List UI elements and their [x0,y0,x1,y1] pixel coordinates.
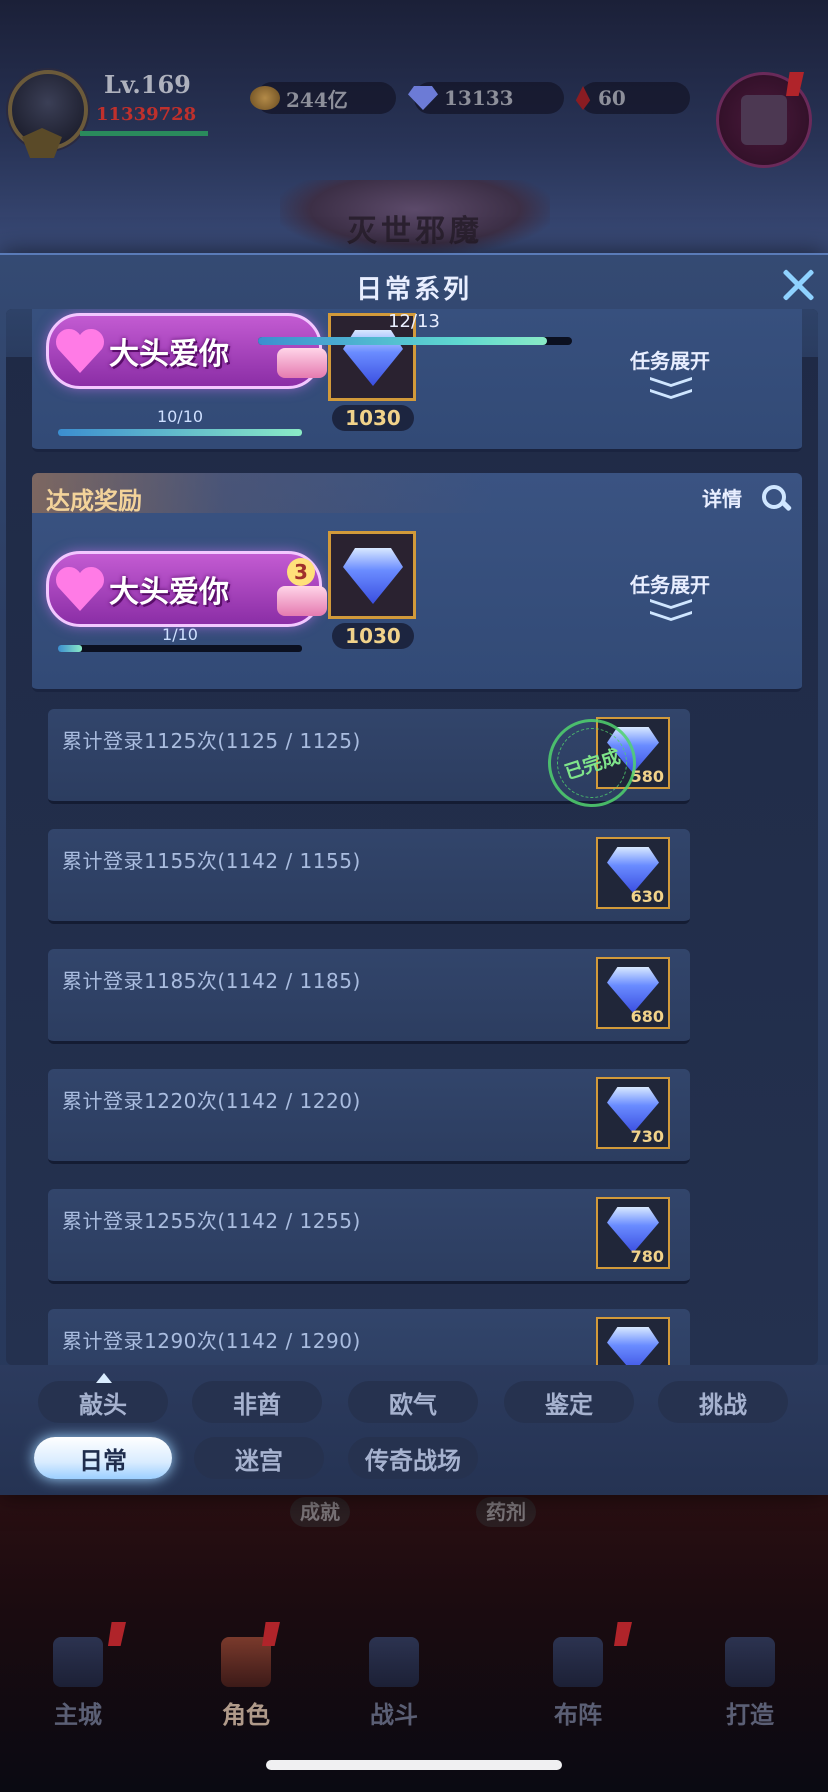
reward-slot[interactable] [328,531,416,619]
exp-bar [80,131,208,136]
diamond-icon [607,1327,659,1365]
task-row[interactable]: 累计登录1220次(1142 / 1220) 730 [48,1069,690,1164]
blood-amount: 60 [598,86,626,110]
anniversary-number: 3 [287,558,315,586]
task-text: 累计登录1125次(1125 / 1125) [62,729,361,753]
task-text: 累计登录1255次(1142 / 1255) [62,1209,361,1233]
blood-counter[interactable]: 60 [575,82,690,114]
progress-label: 1/10 [162,625,198,644]
gold-coin-icon [250,86,280,110]
tab-legend-battlefield[interactable]: 传奇战场 [348,1437,478,1479]
player-level: Lv.169 [104,70,191,99]
nav-forge[interactable]: 打造 [690,1620,810,1730]
event-badge: 大头爱你 3 [46,551,327,627]
gold-counter[interactable]: 244亿 [250,82,396,114]
heart-icon [55,329,105,373]
nav-label: 布阵 [554,1700,602,1729]
card-title: 达成奖励 [46,487,142,515]
task-reward[interactable]: 680 [596,957,670,1029]
nav-label: 打造 [726,1700,774,1729]
reward-amount: 630 [630,887,664,906]
expand-tasks-button[interactable]: 任务展开 [630,569,710,598]
achievement-tag[interactable]: 成就 [290,1497,350,1527]
gem-amount: 13133 [444,86,514,110]
tab-knock-head[interactable]: 敲头 [38,1381,168,1423]
reward-amount: 730 [630,1127,664,1146]
task-row[interactable]: 累计登录1185次(1142 / 1185) 680 [48,949,690,1044]
task-reward[interactable]: 730 [596,1077,670,1149]
task-text: 累计登录1155次(1142 / 1155) [62,849,361,873]
nav-character[interactable]: 角色 [166,1620,326,1730]
tab-challenge[interactable]: 挑战 [658,1381,788,1423]
scroll-icon [741,95,787,145]
expand-tasks-button[interactable]: 任务展开 [630,345,710,374]
reward-amount: 780 [630,1247,664,1266]
combat-power: 11339728 [96,104,197,125]
task-row[interactable]: 累计登录1255次(1142 / 1255) 780 [48,1189,690,1284]
tab-appraise[interactable]: 鉴定 [504,1381,634,1423]
task-reward[interactable] [596,1317,670,1365]
search-icon[interactable] [760,483,790,513]
crossed-swords-icon [369,1637,419,1687]
progress-bar [58,429,302,436]
heart-icon [55,567,105,611]
reward-amount: 680 [630,1007,664,1026]
tab-maze[interactable]: 迷宫 [194,1437,324,1479]
boss-title: 灭世邪魔 [347,214,483,249]
event-name: 大头爱你 [109,337,229,372]
task-reward[interactable]: 630 [596,837,670,909]
category-tabs: 敲头 非酋 欧气 鉴定 挑战 日常 迷宫 传奇战场 [0,1365,828,1495]
formation-icon [553,1637,603,1687]
diamond-icon [343,548,403,604]
close-button[interactable] [776,263,820,307]
progress-label: 10/10 [156,407,204,426]
task-reward[interactable]: 780 [596,1197,670,1269]
details-button[interactable]: 详情 [702,483,742,512]
anvil-icon [725,1637,775,1687]
task-row[interactable]: 累计登录1155次(1142 / 1155) 630 [48,829,690,924]
nav-battle[interactable]: 战斗 [334,1620,454,1730]
reward-count: 1030 [332,623,414,649]
double-chevron-down-icon [650,599,692,623]
progress-bar [58,645,302,652]
task-list[interactable]: 大头爱你 1030 10/10 任务展开 达成奖励 详情 大头爱你 3 1030… [6,309,818,1365]
tab-daily[interactable]: 日常 [34,1437,172,1479]
series-progress-label: 12/13 [388,311,440,332]
stamp-text: 已完成 [561,745,623,784]
gem-counter[interactable]: 13133 [408,82,564,114]
task-row[interactable]: 累计登录1125次(1125 / 1125) 580 已完成 [48,707,690,819]
tab-lucky[interactable]: 欧气 [348,1381,478,1423]
nav-label: 主城 [54,1700,102,1729]
nav-label: 战斗 [370,1700,418,1729]
task-row[interactable]: 累计登录1290次(1142 / 1290) [48,1309,690,1365]
series-progress-bar [258,337,572,345]
achievement-reward-card: 达成奖励 详情 大头爱你 3 1030 1/10 任务展开 [32,473,802,692]
tab-unlucky[interactable]: 非酋 [192,1381,322,1423]
potion-tag[interactable]: 药剂 [476,1497,536,1527]
event-name: 大头爱你 [109,575,229,610]
cake-icon: 3 [277,558,327,618]
reward-count: 1030 [332,405,414,431]
task-text: 累计登录1290次(1142 / 1290) [62,1329,361,1353]
castle-icon [53,1637,103,1687]
double-chevron-down-icon [650,377,692,401]
daily-series-dialog: 日常系列 大头爱你 1030 10/10 任务展开 达成奖励 详情 大头爱你 3… [0,253,828,1495]
home-indicator[interactable] [266,1760,562,1770]
gold-amount: 244亿 [286,87,348,112]
dialog-title: 日常系列 [355,275,472,305]
boss-banner: 灭世邪魔 [280,180,550,254]
nav-label: 角色 [222,1700,270,1729]
task-text: 累计登录1220次(1142 / 1220) [62,1089,361,1113]
task-text: 累计登录1185次(1142 / 1185) [62,969,361,993]
